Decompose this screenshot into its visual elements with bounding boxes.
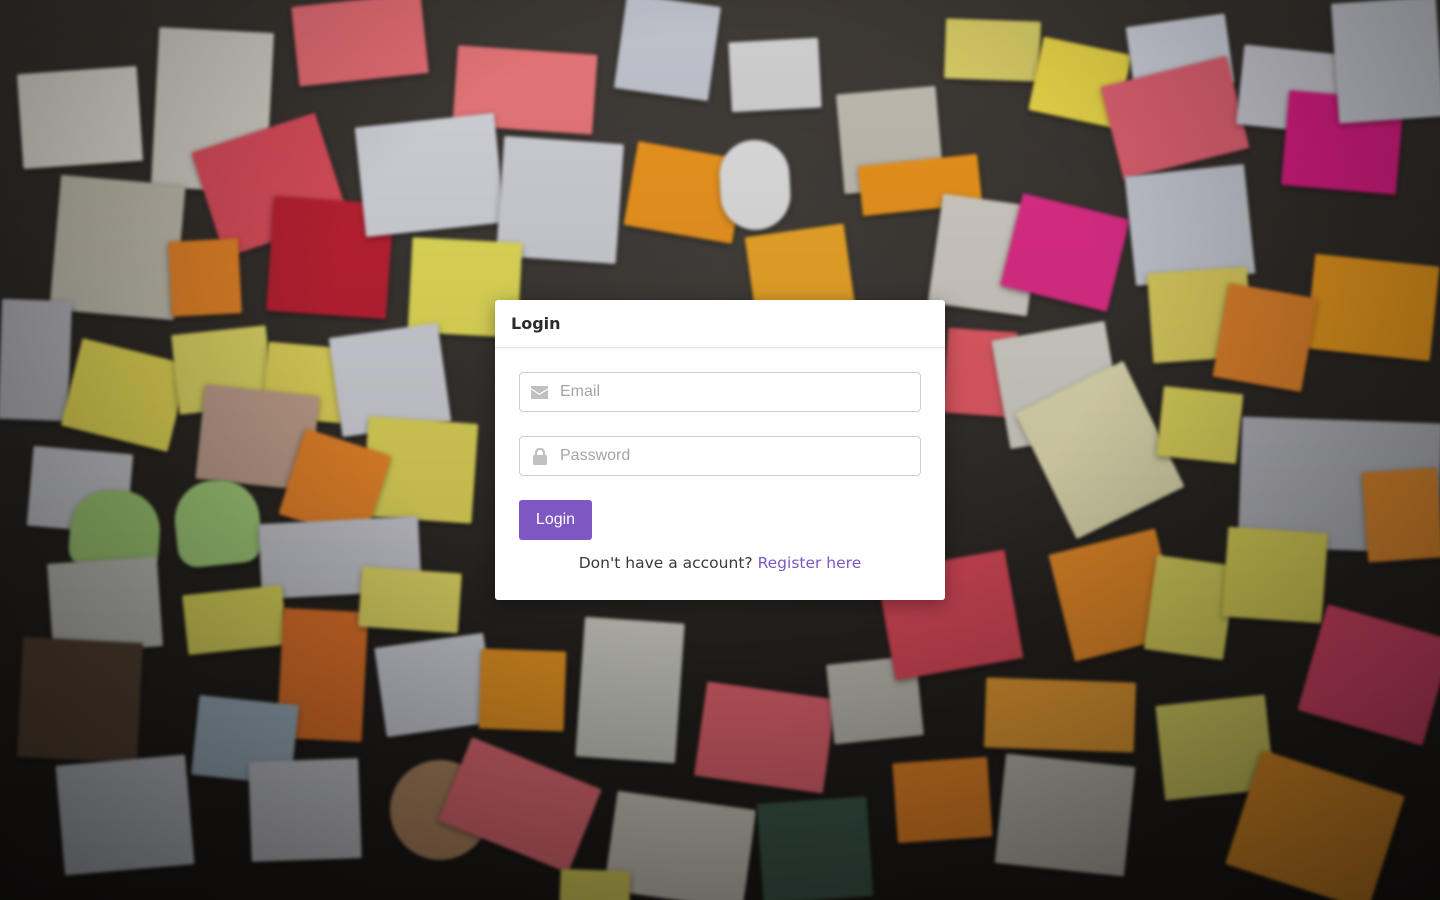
email-input[interactable] bbox=[560, 373, 916, 411]
envelope-icon bbox=[531, 384, 548, 401]
login-card-header: Login bbox=[495, 300, 945, 348]
login-card: Login Login Don't have a account? bbox=[495, 300, 945, 600]
password-input[interactable] bbox=[560, 437, 916, 475]
lock-icon bbox=[531, 448, 548, 465]
register-prompt: Don't have a account? bbox=[578, 554, 753, 572]
register-line: Don't have a account? Register here bbox=[519, 554, 921, 572]
password-field[interactable] bbox=[519, 436, 921, 476]
login-button[interactable]: Login bbox=[519, 500, 592, 540]
email-field[interactable] bbox=[519, 372, 921, 412]
register-link[interactable]: Register here bbox=[758, 554, 862, 572]
login-card-title: Login bbox=[511, 314, 561, 333]
login-form: Login Don't have a account? Register her… bbox=[495, 348, 945, 572]
